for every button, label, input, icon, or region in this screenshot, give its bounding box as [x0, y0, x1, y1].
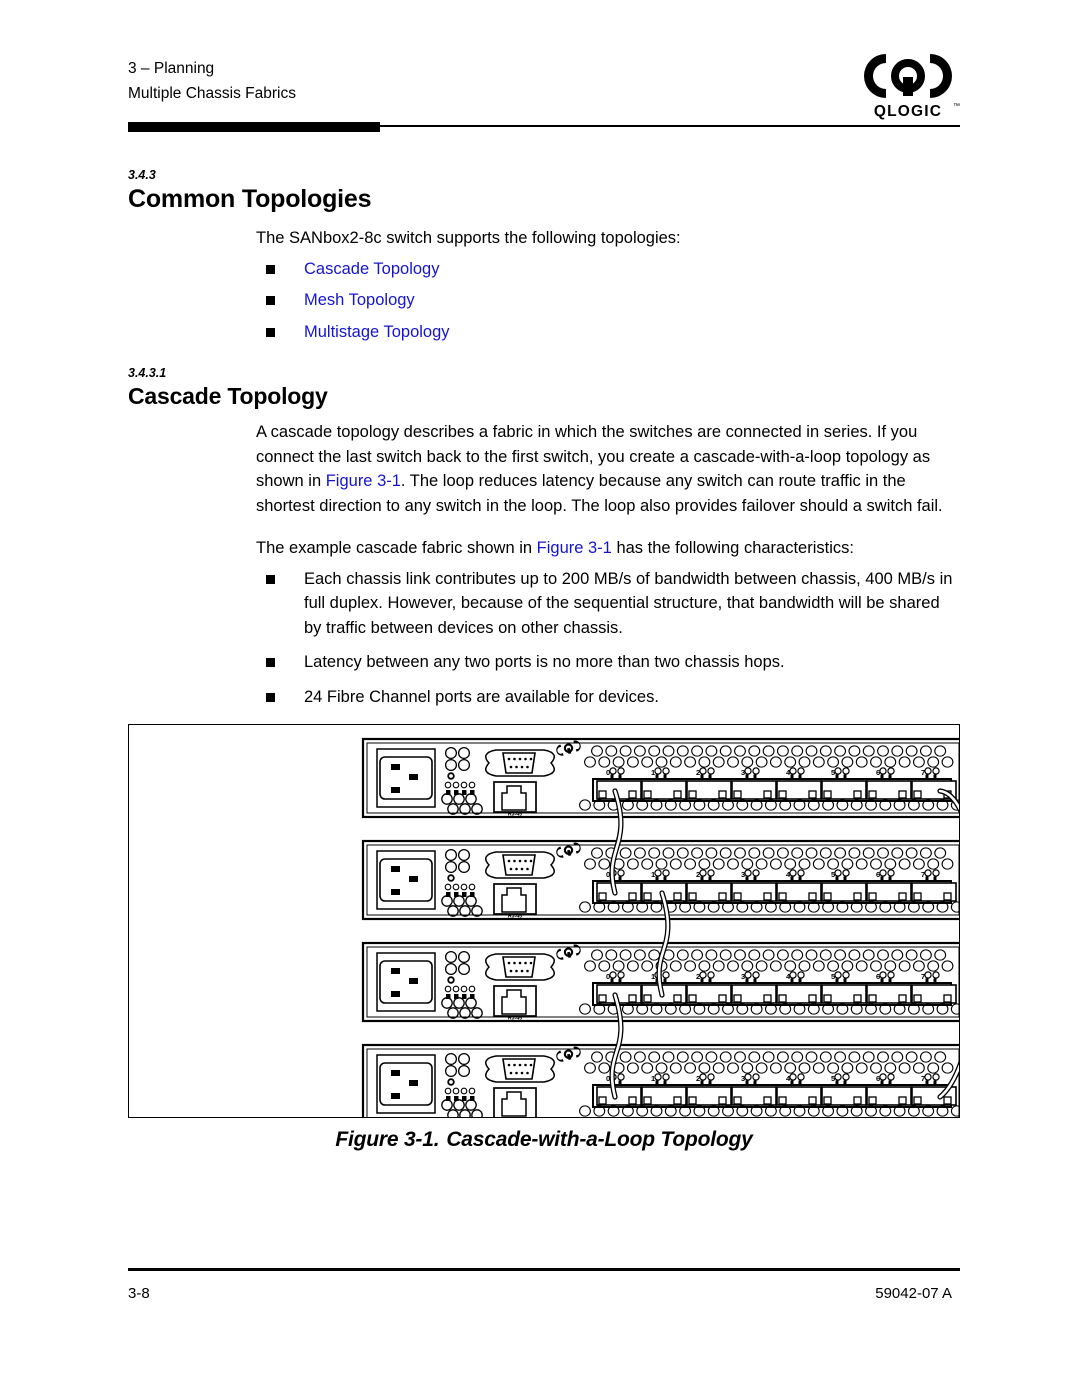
page-number: 3-8: [128, 1285, 150, 1302]
square-bullet-icon: [266, 574, 275, 584]
trademark-symbol: ™: [953, 103, 960, 110]
port-number-label: 1: [651, 768, 655, 777]
intro-paragraph: The SANbox2-8c switch supports the follo…: [256, 229, 681, 247]
square-bullet-icon: [266, 692, 275, 702]
port-number-label: 5: [831, 768, 835, 777]
figure-reference-link[interactable]: Figure 3-1: [537, 539, 612, 557]
figure-reference-link[interactable]: Figure 3-1: [326, 472, 401, 490]
port-number-label: 7: [921, 1074, 925, 1083]
port-number-label: 6: [876, 1074, 880, 1083]
qlogic-logo: QLOGIC ™: [856, 48, 960, 120]
port-number-label: 7: [921, 870, 925, 879]
header-divider-line: [380, 125, 960, 128]
port-number-label: 1: [651, 1074, 655, 1083]
header-section: Multiple Chassis Fabrics: [128, 85, 296, 102]
list-item: Latency between any two ports is no more…: [128, 650, 960, 675]
port-number-label: 5: [831, 1074, 835, 1083]
port-number-label: 2: [696, 870, 700, 879]
port-number-label: 3: [741, 870, 745, 879]
page-header: 3 – Planning Multiple Chassis Fabrics QL…: [128, 54, 960, 120]
header-divider: [128, 122, 960, 132]
switch-chassis: RJ-4501234567: [361, 1043, 959, 1117]
qlogic-logo-icon: QLOGIC ™: [864, 54, 960, 120]
list-item: Mesh Topology: [128, 288, 960, 313]
square-bullet-icon: [266, 327, 275, 337]
list-item: 24 Fibre Channel ports are available for…: [128, 685, 960, 710]
list-item: Multistage Topology: [128, 320, 960, 345]
port-number-label: 7: [921, 768, 925, 777]
topology-link-list: Cascade Topology Mesh Topology Multistag…: [128, 257, 960, 345]
port-number-label: 7: [921, 972, 925, 981]
port-number-label: 5: [831, 870, 835, 879]
port-number-label: 6: [876, 768, 880, 777]
figure-caption: Figure 3-1. Cascade-with-a-Loop Topology: [128, 1128, 960, 1152]
cascade-loop-diagram: RJ-4501234567RJ-4501234567RJ-4501234567R…: [361, 737, 959, 1117]
port-number-label: 0: [606, 768, 610, 777]
square-bullet-icon: [266, 296, 275, 305]
paragraph-text-part2: has the following characteristics:: [611, 539, 854, 557]
port-number-label: 3: [741, 768, 745, 777]
paragraph-text-part1: The example cascade fabric shown in: [256, 539, 537, 557]
characteristic-bandwidth: Each chassis link contributes up to 200 …: [304, 569, 953, 637]
footer-divider: [128, 1268, 960, 1271]
square-bullet-icon: [266, 264, 275, 274]
rj45-label: RJ-45: [508, 1016, 522, 1022]
header-divider-block: [128, 122, 380, 132]
rj45-label: RJ-45: [508, 812, 522, 818]
page-title: Common Topologies: [128, 185, 372, 213]
header-chapter: 3 – Planning: [128, 60, 215, 77]
square-bullet-icon: [266, 658, 275, 667]
cascade-description-paragraph: A cascade topology describes a fabric in…: [256, 420, 960, 518]
link-multistage-topology[interactable]: Multistage Topology: [304, 323, 450, 341]
section-number-343: 3.4.3: [128, 168, 156, 182]
port-number-label: 1: [651, 870, 655, 879]
switch-chassis: RJ-4501234567: [361, 737, 959, 819]
figure-container: RJ-4501234567RJ-4501234567RJ-4501234567R…: [128, 724, 960, 1118]
characteristic-ports: 24 Fibre Channel ports are available for…: [304, 687, 659, 706]
port-number-label: 6: [876, 870, 880, 879]
figure-caption-number: Figure 3-1.: [335, 1128, 440, 1151]
port-number-label: 3: [741, 1074, 745, 1083]
list-item: Cascade Topology: [128, 257, 960, 282]
characteristics-intro-paragraph: The example cascade fabric shown in Figu…: [256, 536, 960, 561]
link-mesh-topology[interactable]: Mesh Topology: [304, 291, 415, 309]
rj45-label: RJ-45: [508, 914, 522, 920]
port-number-label: 1: [651, 972, 655, 981]
port-number-label: 5: [831, 972, 835, 981]
document-page: 3 – Planning Multiple Chassis Fabrics QL…: [0, 0, 1080, 1397]
port-number-label: 2: [696, 768, 700, 777]
figure-caption-title: Cascade-with-a-Loop Topology: [446, 1128, 753, 1151]
section-number-3431: 3.4.3.1: [128, 366, 167, 380]
port-number-label: 0: [606, 972, 610, 981]
link-cascade-topology[interactable]: Cascade Topology: [304, 260, 439, 278]
characteristics-list: Each chassis link contributes up to 200 …: [128, 567, 960, 710]
list-item: Each chassis link contributes up to 200 …: [128, 567, 960, 641]
port-number-label: 2: [696, 972, 700, 981]
qlogic-wordmark: QLOGIC: [874, 103, 942, 120]
port-number-label: 2: [696, 1074, 700, 1083]
page-footer: 3-8 59042-07 A: [110, 1284, 970, 1304]
document-number: 59042-07 A: [875, 1285, 952, 1302]
port-number-label: 6: [876, 972, 880, 981]
page-content: 3.4.3 Common Topologies The SANbox2-8c s…: [128, 168, 960, 719]
port-number-label: 3: [741, 972, 745, 981]
switch-chassis: RJ-4501234567: [361, 839, 959, 921]
characteristic-latency: Latency between any two ports is no more…: [304, 653, 785, 671]
subsection-title: Cascade Topology: [128, 383, 328, 409]
